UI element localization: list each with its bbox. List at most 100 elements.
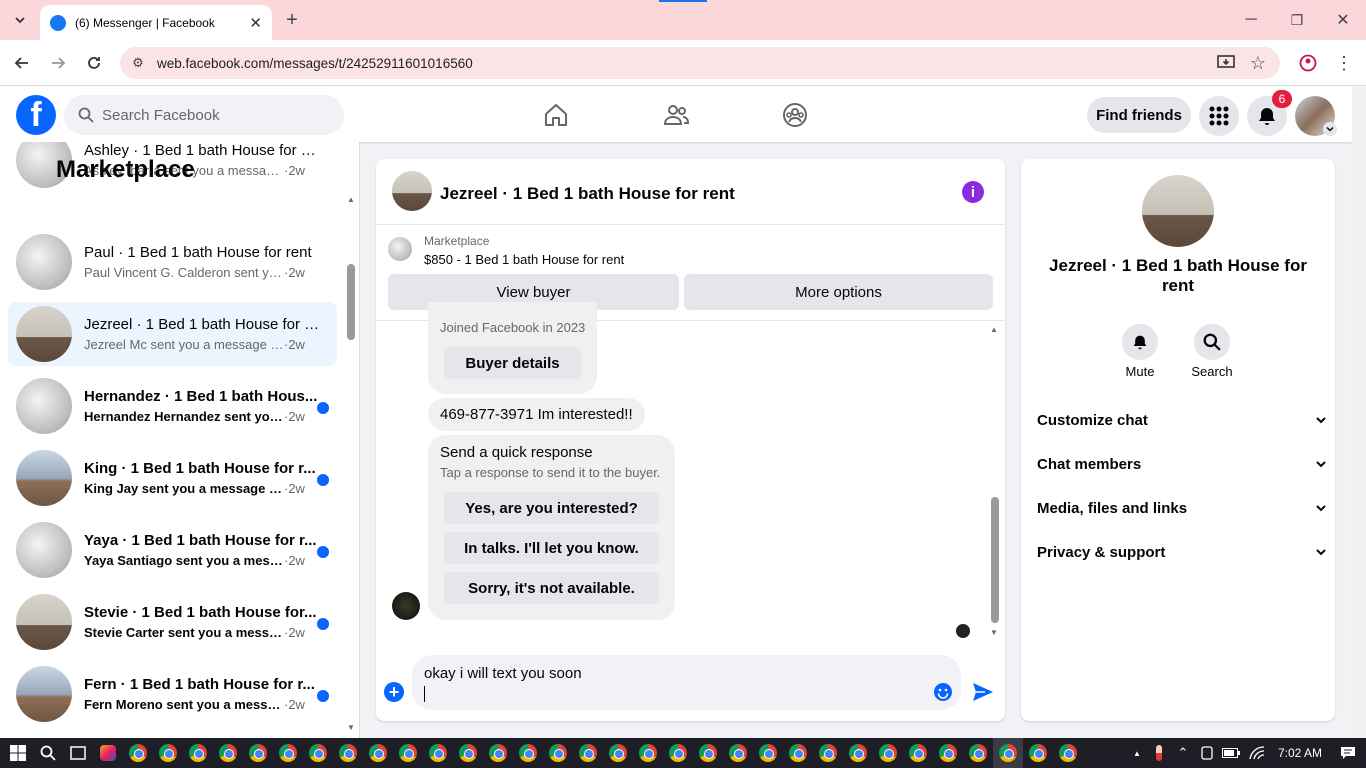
search-input[interactable]: Search Facebook <box>64 95 344 135</box>
buyer-avatar[interactable] <box>392 592 420 620</box>
listing-description[interactable]: $850 - 1 Bed 1 bath House for rent <box>424 252 624 267</box>
browser-tab[interactable]: (6) Messenger | Facebook ✕ <box>40 5 272 40</box>
info-icon[interactable]: i <box>962 181 984 203</box>
conversation-item[interactable]: Stevie · 1 Bed 1 bath House for... Stevie… <box>8 590 337 654</box>
details-avatar[interactable] <box>1142 175 1214 247</box>
buyer-details-button[interactable]: Buyer details <box>444 347 581 379</box>
chrome-taskbar-icon[interactable] <box>633 738 663 768</box>
chrome-taskbar-icon[interactable] <box>303 738 333 768</box>
tab-search-chevron-icon[interactable] <box>8 8 32 32</box>
find-friends-button[interactable]: Find friends <box>1087 97 1191 133</box>
groups-icon[interactable] <box>780 100 810 130</box>
taskbar-search-icon[interactable] <box>33 738 63 768</box>
install-app-icon[interactable] <box>1214 51 1238 75</box>
quick-response-button[interactable]: Sorry, it's not available. <box>444 572 659 604</box>
send-icon[interactable] <box>972 682 994 702</box>
close-tab-icon[interactable]: ✕ <box>249 14 262 32</box>
facebook-logo[interactable]: f <box>16 95 56 135</box>
close-window-icon[interactable]: ✕ <box>1331 8 1355 32</box>
back-icon[interactable] <box>10 51 34 75</box>
chat-scroll-up-icon[interactable]: ▲ <box>990 325 998 334</box>
sidebar-scrollbar[interactable] <box>347 264 355 340</box>
notification-center-icon[interactable] <box>1330 738 1366 768</box>
tray-chevron-icon[interactable]: ⌃ <box>1170 738 1196 768</box>
chrome-taskbar-icon[interactable] <box>933 738 963 768</box>
scroll-down-arrow-icon[interactable]: ▼ <box>347 723 355 732</box>
battery-icon[interactable] <box>1218 738 1244 768</box>
conversation-item[interactable]: Jezreel · 1 Bed 1 bath House for r... Jez… <box>8 302 337 366</box>
more-options-button[interactable]: More options <box>684 274 993 310</box>
chat-avatar[interactable] <box>392 171 432 211</box>
chat-title[interactable]: Jezreel · 1 Bed 1 bath House for rent <box>440 184 735 204</box>
chat-scrollbar[interactable] <box>991 497 999 623</box>
chrome-taskbar-icon[interactable] <box>813 738 843 768</box>
chrome-taskbar-icon[interactable] <box>453 738 483 768</box>
details-row[interactable]: Chat members <box>1037 452 1327 476</box>
clock-time[interactable]: 7:02 AM <box>1270 746 1330 760</box>
chrome-taskbar-icon[interactable] <box>723 738 753 768</box>
chrome-taskbar-icon[interactable] <box>783 738 813 768</box>
chrome-taskbar-icon[interactable] <box>873 738 903 768</box>
chrome-taskbar-icon[interactable] <box>243 738 273 768</box>
reload-icon[interactable] <box>82 51 106 75</box>
site-info-icon[interactable]: ⚙ <box>126 51 150 75</box>
chrome-taskbar-icon[interactable] <box>483 738 513 768</box>
chrome-taskbar-icon[interactable] <box>993 738 1023 768</box>
chrome-taskbar-icon[interactable] <box>1053 738 1083 768</box>
menu-grid-button[interactable] <box>1199 96 1239 136</box>
chrome-taskbar-icon[interactable] <box>213 738 243 768</box>
chrome-taskbar-icon[interactable] <box>603 738 633 768</box>
add-attachment-icon[interactable]: + <box>384 682 404 702</box>
details-row[interactable]: Customize chat <box>1037 408 1327 432</box>
chrome-taskbar-icon[interactable] <box>423 738 453 768</box>
weather-icon[interactable] <box>1148 738 1170 768</box>
chrome-taskbar-icon[interactable] <box>513 738 543 768</box>
profile-icon[interactable] <box>1296 51 1320 75</box>
chrome-taskbar-icon[interactable] <box>1023 738 1053 768</box>
new-tab-icon[interactable]: + <box>280 8 304 32</box>
account-chevron-icon[interactable] <box>1323 122 1337 136</box>
chrome-taskbar-icon[interactable] <box>963 738 993 768</box>
search-in-chat-button[interactable] <box>1194 324 1230 360</box>
page-scrollbar[interactable] <box>1352 86 1366 738</box>
conversation-item[interactable]: King · 1 Bed 1 bath House for r... King J… <box>8 446 337 510</box>
chat-scroll-down-icon[interactable]: ▼ <box>990 628 998 637</box>
task-view-icon[interactable] <box>63 738 93 768</box>
message-input[interactable] <box>412 655 961 710</box>
chrome-taskbar-icon[interactable] <box>273 738 303 768</box>
chrome-taskbar-icon[interactable] <box>663 738 693 768</box>
quick-response-button[interactable]: Yes, are you interested? <box>444 492 659 524</box>
chrome-taskbar-icon[interactable] <box>843 738 873 768</box>
chrome-taskbar-icon[interactable] <box>753 738 783 768</box>
details-row[interactable]: Privacy & support <box>1037 540 1327 564</box>
address-bar[interactable]: web.facebook.com/messages/t/242529116010… <box>120 47 1280 79</box>
conversation-item[interactable]: Fern · 1 Bed 1 bath House for r... Fern M… <box>8 662 337 726</box>
chrome-taskbar-icon[interactable] <box>903 738 933 768</box>
copilot-icon[interactable] <box>93 738 123 768</box>
conversation-item[interactable]: Hernandez · 1 Bed 1 bath Hous... Hernande… <box>8 374 337 438</box>
scroll-up-arrow-icon[interactable]: ▲ <box>347 195 355 204</box>
chrome-taskbar-icon[interactable] <box>153 738 183 768</box>
chrome-taskbar-icon[interactable] <box>123 738 153 768</box>
browser-menu-icon[interactable]: ⋮ <box>1332 51 1356 75</box>
minimize-icon[interactable]: ─ <box>1239 8 1263 32</box>
conversation-item[interactable]: Paul · 1 Bed 1 bath House for rent Paul V… <box>8 230 337 294</box>
emoji-icon[interactable] <box>933 682 953 702</box>
forward-icon[interactable] <box>46 51 70 75</box>
chrome-taskbar-icon[interactable] <box>573 738 603 768</box>
windows-start-icon[interactable] <box>3 738 33 768</box>
chrome-taskbar-icon[interactable] <box>543 738 573 768</box>
chrome-taskbar-icon[interactable] <box>183 738 213 768</box>
chrome-taskbar-icon[interactable] <box>333 738 363 768</box>
meet-icon[interactable] <box>1196 738 1218 768</box>
wifi-icon[interactable] <box>1244 738 1270 768</box>
conversation-item[interactable]: Yaya · 1 Bed 1 bath House for r... Yaya S… <box>8 518 337 582</box>
listing-thumbnail[interactable] <box>388 237 412 261</box>
friends-icon[interactable] <box>661 100 691 130</box>
details-row[interactable]: Media, files and links <box>1037 496 1327 520</box>
mute-button[interactable] <box>1122 324 1158 360</box>
restore-icon[interactable]: ❐ <box>1285 8 1309 32</box>
home-icon[interactable] <box>541 100 571 130</box>
chrome-taskbar-icon[interactable] <box>393 738 423 768</box>
quick-response-button[interactable]: In talks. I'll let you know. <box>444 532 659 564</box>
